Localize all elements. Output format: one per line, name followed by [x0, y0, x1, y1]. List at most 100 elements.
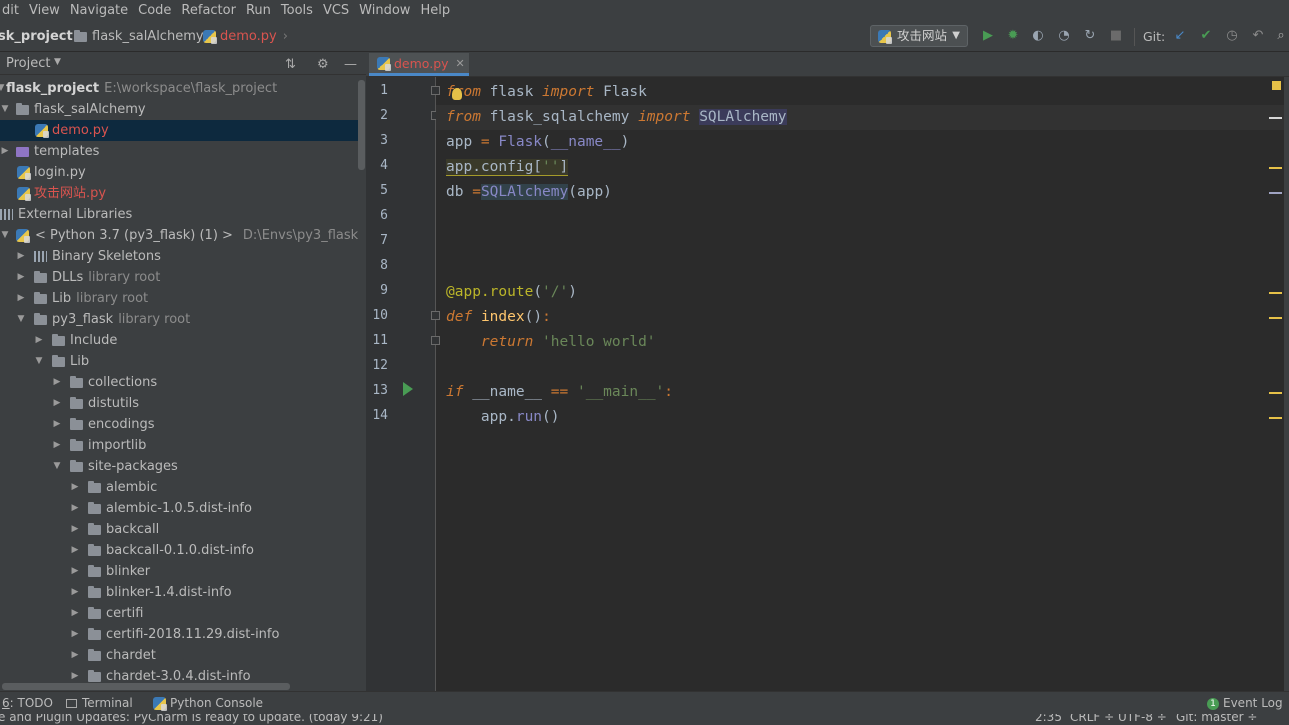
fold-marker-icon[interactable] — [431, 336, 440, 345]
concurrency-icon[interactable]: ↻ — [1082, 28, 1098, 44]
todo-tool-button[interactable]: 6: TODO — [2, 692, 53, 714]
menu-help[interactable]: Help — [415, 0, 455, 22]
error-stripe-marker[interactable] — [1269, 192, 1282, 194]
run-icon[interactable]: ▶ — [980, 28, 996, 44]
collapsed-arrow-icon[interactable]: ▶ — [16, 288, 26, 309]
error-stripe-marker[interactable] — [1269, 417, 1282, 419]
collapsed-arrow-icon[interactable]: ▶ — [70, 498, 80, 519]
tree-item-binary-skeletons[interactable]: ▶ Binary Skeletons — [0, 246, 358, 267]
error-stripe-marker[interactable] — [1269, 317, 1282, 319]
collapsed-arrow-icon[interactable]: ▶ — [70, 645, 80, 666]
menu-view[interactable]: View — [24, 0, 65, 22]
history-icon[interactable]: ◷ — [1224, 28, 1240, 44]
error-stripe-marker[interactable] — [1269, 292, 1282, 294]
menu-navigate[interactable]: Navigate — [65, 0, 133, 22]
error-stripe-marker[interactable] — [1269, 392, 1282, 394]
collapsed-arrow-icon[interactable]: ▶ — [52, 372, 62, 393]
code-editor[interactable]: 1 2 3 4 5 6 7 8 9 10 11 12 13 14 from fl… — [366, 77, 1289, 691]
tree-item-dlls[interactable]: ▶ DLLs library root — [0, 267, 358, 288]
hide-panel-icon[interactable]: — — [344, 57, 357, 72]
tree-item-alembic[interactable]: ▶ alembic — [0, 477, 358, 498]
stop-icon[interactable]: ■ — [1108, 28, 1124, 44]
revert-icon[interactable]: ↶ — [1250, 28, 1266, 44]
python-console-tool-button[interactable]: Python Console — [153, 692, 263, 714]
tree-item-login-py[interactable]: login.py — [0, 162, 358, 183]
debug-icon[interactable]: ✹ — [1005, 28, 1021, 44]
tree-item-site-packages[interactable]: ▼ site-packages — [0, 456, 358, 477]
collapsed-arrow-icon[interactable]: ▶ — [70, 666, 80, 682]
tree-item-lib[interactable]: ▼ Lib — [0, 351, 358, 372]
gear-icon[interactable]: ⚙ — [317, 57, 329, 72]
menu-run[interactable]: Run — [241, 0, 276, 22]
tree-item-include[interactable]: ▶ Include — [0, 330, 358, 351]
project-view-selector[interactable]: Project — [6, 56, 50, 71]
menu-tools[interactable]: Tools — [276, 0, 318, 22]
terminal-tool-button[interactable]: Terminal — [66, 692, 133, 714]
fold-marker-icon[interactable] — [431, 311, 440, 320]
menu-refactor[interactable]: Refactor — [176, 0, 241, 22]
git-branch-selector[interactable]: Git: master ÷ — [1176, 714, 1257, 724]
tree-item-blinker[interactable]: ▶ blinker — [0, 561, 358, 582]
editor-gutter[interactable]: 1 2 3 4 5 6 7 8 9 10 11 12 13 14 — [366, 77, 436, 691]
breadcrumb-folder[interactable]: flask_salAlchemy› — [74, 22, 215, 51]
collapsed-arrow-icon[interactable]: ▶ — [70, 624, 80, 645]
tree-item-distutils[interactable]: ▶ distutils — [0, 393, 358, 414]
tree-item-chardet[interactable]: ▶ chardet — [0, 645, 358, 666]
coverage-icon[interactable]: ◐ — [1030, 28, 1046, 44]
tree-item-alembic-dist-info[interactable]: ▶ alembic-1.0.5.dist-info — [0, 498, 358, 519]
collapsed-arrow-icon[interactable]: ▶ — [52, 435, 62, 456]
menu-edit[interactable]: dit — [0, 0, 24, 22]
caret-down-icon[interactable]: ▼ — [54, 57, 61, 67]
collapsed-arrow-icon[interactable]: ▶ — [52, 393, 62, 414]
collapsed-arrow-icon[interactable]: ▶ — [16, 267, 26, 288]
collapsed-arrow-icon[interactable]: ▶ — [52, 414, 62, 435]
warning-indicator-icon[interactable] — [1272, 81, 1281, 90]
expanded-arrow-icon[interactable]: ▼ — [16, 309, 26, 330]
tree-horizontal-scrollbar[interactable] — [2, 683, 290, 690]
collapsed-arrow-icon[interactable]: ▶ — [34, 330, 44, 351]
tree-item-flask-salalchemy[interactable]: ▼ flask_salAlchemy — [0, 99, 358, 120]
error-stripe-marker[interactable] — [1269, 117, 1282, 119]
tree-item-flask-project[interactable]: ▼ flask_project E:\workspace\flask_projec… — [0, 78, 358, 99]
collapsed-arrow-icon[interactable]: ▶ — [70, 603, 80, 624]
tree-item-attack-py[interactable]: 攻击网站.py — [0, 183, 358, 204]
error-stripe-marker[interactable] — [1269, 167, 1282, 169]
tree-item-encodings[interactable]: ▶ encodings — [0, 414, 358, 435]
lightbulb-icon[interactable] — [452, 88, 462, 100]
breadcrumb-file[interactable]: demo.py › — [203, 22, 288, 51]
tab-demo-py[interactable]: demo.py ✕ — [369, 53, 469, 76]
menu-window[interactable]: Window — [354, 0, 415, 22]
close-icon[interactable]: ✕ — [456, 57, 465, 70]
tree-item-backcall[interactable]: ▶ backcall — [0, 519, 358, 540]
collapsed-arrow-icon[interactable]: ▶ — [70, 477, 80, 498]
tree-item-certifi[interactable]: ▶ certifi — [0, 603, 358, 624]
tree-item-py3-flask[interactable]: ▼ py3_flask library root — [0, 309, 358, 330]
tree-item-chardet-dist-info[interactable]: ▶ chardet-3.0.4.dist-info — [0, 666, 358, 682]
status-message[interactable]: e and Plugin Updates: PyCharm is ready t… — [0, 714, 383, 724]
run-configuration-select[interactable]: 攻击网站 ▼ — [870, 25, 968, 47]
event-log-tool-button[interactable]: 1 Event Log — [1207, 692, 1283, 714]
line-separator-selector[interactable]: CRLF ÷ — [1070, 714, 1114, 724]
git-update-icon[interactable]: ↙ — [1172, 28, 1188, 44]
tree-item-blinker-dist-info[interactable]: ▶ blinker-1.4.dist-info — [0, 582, 358, 603]
breadcrumb-project[interactable]: sk_project› — [0, 22, 84, 51]
collapsed-arrow-icon[interactable]: ▶ — [70, 540, 80, 561]
expanded-arrow-icon[interactable]: ▼ — [0, 225, 10, 246]
expanded-arrow-icon[interactable]: ▼ — [52, 456, 62, 477]
git-commit-icon[interactable]: ✔ — [1198, 28, 1214, 44]
expanded-arrow-icon[interactable]: ▼ — [0, 99, 10, 120]
encoding-selector[interactable]: UTF-8 ÷ — [1118, 714, 1167, 724]
tree-item-importlib[interactable]: ▶ importlib — [0, 435, 358, 456]
tree-vertical-scrollbar[interactable] — [358, 80, 365, 170]
collapsed-arrow-icon[interactable]: ▶ — [70, 561, 80, 582]
collapsed-arrow-icon[interactable]: ▶ — [16, 246, 26, 267]
profile-icon[interactable]: ◔ — [1056, 28, 1072, 44]
collapsed-arrow-icon[interactable]: ▶ — [70, 519, 80, 540]
collapsed-arrow-icon[interactable]: ▶ — [70, 582, 80, 603]
tree-item-lib-root[interactable]: ▶ Lib library root — [0, 288, 358, 309]
collapse-all-icon[interactable]: ⇅ — [285, 57, 296, 72]
tree-item-backcall-dist-info[interactable]: ▶ backcall-0.1.0.dist-info — [0, 540, 358, 561]
run-gutter-icon[interactable] — [403, 382, 413, 396]
menu-code[interactable]: Code — [133, 0, 176, 22]
caret-position[interactable]: 2:35 — [1035, 714, 1062, 724]
